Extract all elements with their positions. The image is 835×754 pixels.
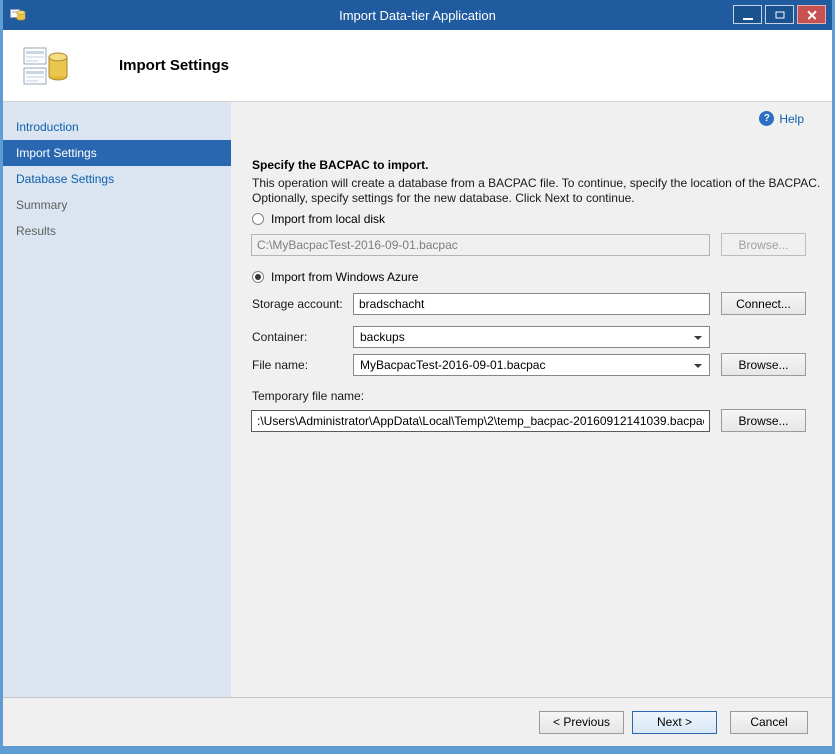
file-name-value: MyBacpacTest-2016-09-01.bacpac [360,358,545,372]
storage-account-label: Storage account: [252,297,343,311]
container-value: backups [360,330,405,344]
window-controls [733,5,826,24]
maximize-icon [775,11,784,18]
import-azure-radio[interactable] [252,271,264,283]
local-bacpac-path-input [251,234,710,256]
title-bar: Import Data-tier Application [3,0,832,30]
local-browse-button: Browse... [721,233,806,256]
sidebar-item-results: Results [3,218,231,244]
import-azure-label[interactable]: Import from Windows Azure [271,270,418,284]
temp-file-input[interactable] [251,410,710,432]
window-title: Import Data-tier Application [3,8,832,23]
wizard-steps-sidebar: Introduction Import Settings Database Se… [3,102,231,697]
import-azure-option: Import from Windows Azure [252,270,418,284]
next-button[interactable]: Next > [632,711,717,734]
import-local-disk-option: Import from local disk [252,212,385,226]
import-local-disk-label[interactable]: Import from local disk [271,212,385,226]
help-label: Help [779,112,804,126]
window-bottom-border [3,746,832,754]
import-local-disk-radio[interactable] [252,213,264,225]
wizard-header: Import Settings [3,30,832,102]
sidebar-item-introduction[interactable]: Introduction [3,114,231,140]
connect-button[interactable]: Connect... [721,292,806,315]
sidebar-item-import-settings[interactable]: Import Settings [3,140,231,166]
wizard-main-panel: Help Specify the BACPAC to import. This … [231,102,832,697]
wizard-page-title: Import Settings [119,57,229,74]
page-description: This operation will create a database fr… [252,176,822,206]
import-bacpac-icon [23,45,69,87]
chevron-down-icon [694,364,702,368]
temp-file-label: Temporary file name: [252,389,364,403]
window: Import Data-tier Application Import Sett… [0,0,835,754]
close-button[interactable] [797,5,826,24]
help-link[interactable]: Help [759,111,804,126]
storage-account-input[interactable] [353,293,710,315]
temp-browse-button[interactable]: Browse... [721,409,806,432]
page-heading: Specify the BACPAC to import. [252,158,428,172]
file-name-dropdown[interactable]: MyBacpacTest-2016-09-01.bacpac [353,354,710,376]
wizard-footer: < Previous Next > Cancel [3,697,832,746]
chevron-down-icon [694,336,702,340]
file-name-label: File name: [252,358,308,372]
cancel-button[interactable]: Cancel [730,711,808,734]
help-icon [759,111,774,126]
file-browse-button[interactable]: Browse... [721,353,806,376]
sidebar-item-summary: Summary [3,192,231,218]
container-label: Container: [252,330,307,344]
wizard-body: Introduction Import Settings Database Se… [3,102,832,697]
minimize-icon [743,18,753,20]
sidebar-item-database-settings[interactable]: Database Settings [3,166,231,192]
container-dropdown[interactable]: backups [353,326,710,348]
previous-button[interactable]: < Previous [539,711,624,734]
minimize-button[interactable] [733,5,762,24]
app-icon [10,7,26,23]
maximize-button[interactable] [765,5,794,24]
